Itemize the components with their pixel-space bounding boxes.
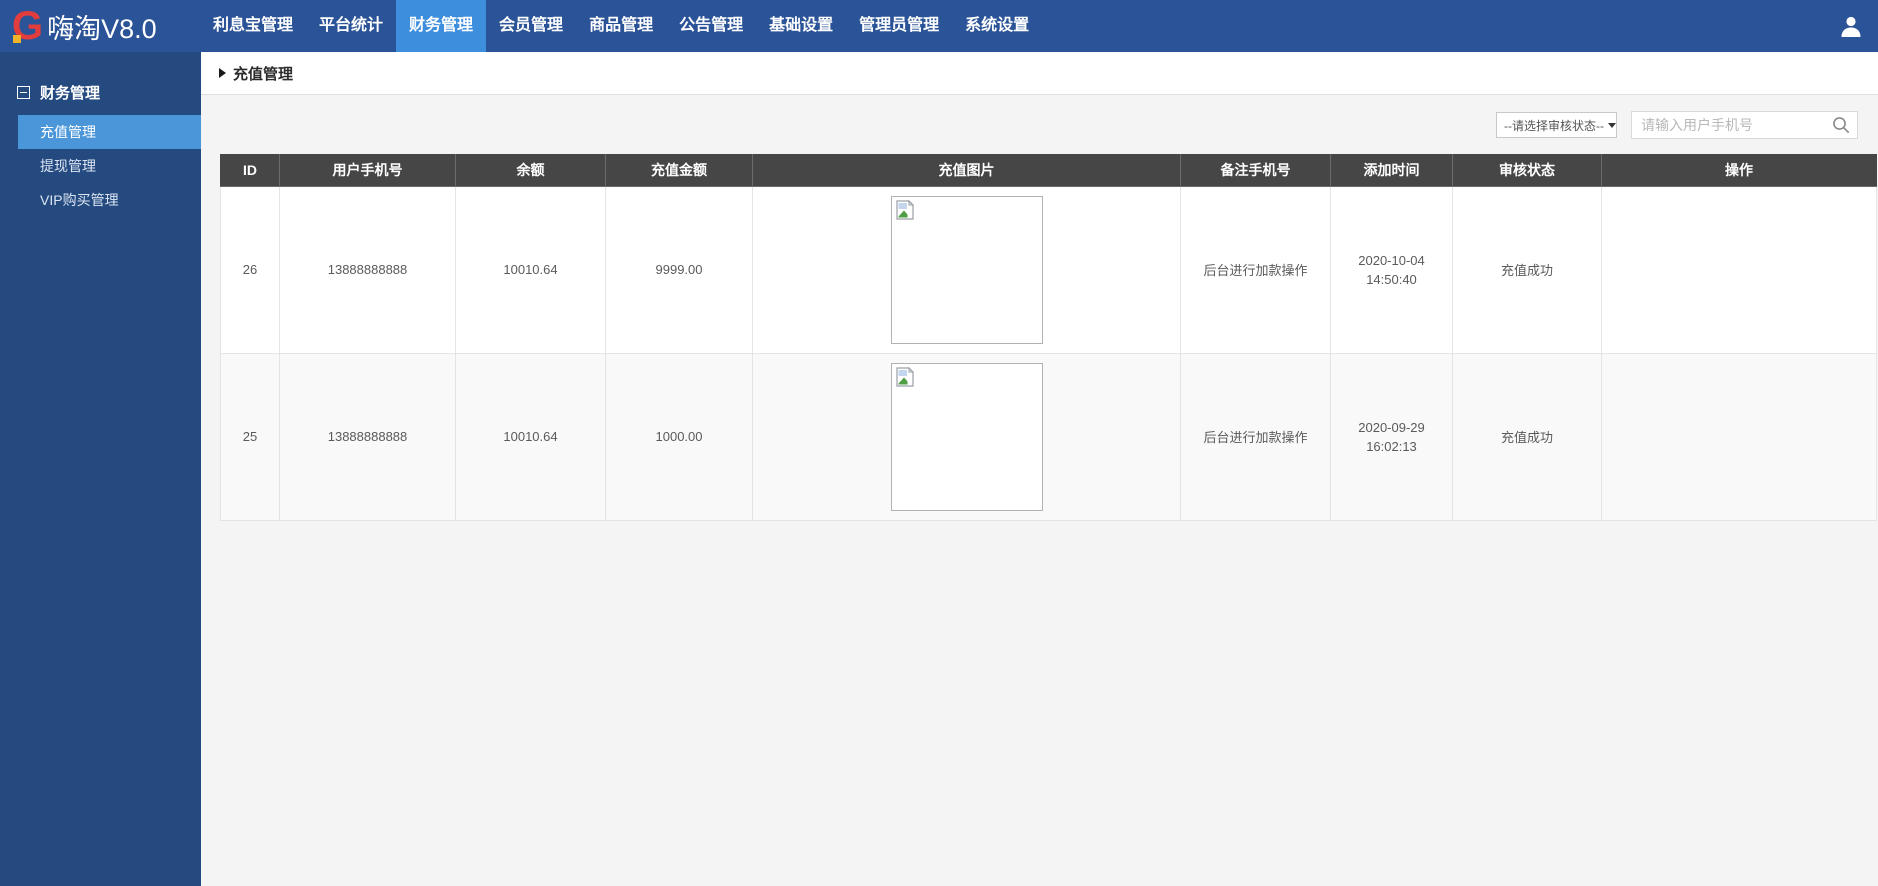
- dropdown-caret-icon: [1608, 122, 1616, 128]
- cell-amount: 1000.00: [605, 352, 753, 521]
- broken-image-icon: [895, 199, 914, 220]
- cell-add-time: 2020-09-29 16:02:13: [1330, 352, 1453, 521]
- minus-square-icon[interactable]: [17, 86, 30, 99]
- user-icon: [1841, 16, 1861, 37]
- col-header-id: ID: [220, 154, 280, 187]
- logo-g-icon: G: [12, 4, 43, 48]
- cell-actions: [1601, 185, 1877, 354]
- cell-date: 2020-09-29: [1358, 419, 1425, 435]
- content-panel: --请选择审核状态-- ID 用户手机号 余额: [201, 95, 1878, 886]
- cell-amount: 9999.00: [605, 185, 753, 354]
- app-title: 嗨淘V8.0: [47, 13, 157, 44]
- search-box: [1631, 111, 1858, 139]
- cell-id: 26: [220, 185, 280, 354]
- recharge-image-placeholder[interactable]: [890, 362, 1043, 511]
- cell-audit-status: 充值成功: [1452, 185, 1602, 354]
- nav-item-platform-stats[interactable]: 平台统计: [306, 0, 396, 52]
- nav-item-admins[interactable]: 管理员管理: [846, 0, 952, 52]
- user-menu[interactable]: [1838, 0, 1878, 52]
- sidebar-item-vip-purchase[interactable]: VIP购买管理: [0, 183, 201, 217]
- main-area: 充值管理 --请选择审核状态-- 请输入用户手机号 ID 用户手机号 余额 充值…: [201, 52, 1878, 886]
- col-header-phone: 用户手机号: [279, 154, 456, 187]
- cell-date: 2020-10-04: [1358, 252, 1425, 268]
- breadcrumb: 充值管理: [201, 52, 1878, 95]
- cell-balance: 10010.64: [455, 185, 606, 354]
- status-filter-value: --请选择审核状态--: [1504, 118, 1604, 133]
- nav-item-products[interactable]: 商品管理: [576, 0, 666, 52]
- top-navbar: G 嗨淘V8.0 利息宝管理 平台统计 财务管理 会员管理 商品管理 公告管理 …: [0, 0, 1878, 52]
- col-header-actions: 操作: [1601, 154, 1877, 187]
- cell-time: 16:02:13: [1366, 438, 1417, 454]
- sidebar-item-withdraw[interactable]: 提现管理: [0, 149, 201, 183]
- cell-image: [752, 352, 1181, 521]
- broken-image-icon: [895, 366, 914, 387]
- logo-accent-dot: [13, 35, 21, 43]
- nav-item-basic-settings[interactable]: 基础设置: [756, 0, 846, 52]
- cell-audit-status: 充值成功: [1452, 352, 1602, 521]
- nav-item-members[interactable]: 会员管理: [486, 0, 576, 52]
- table-row: 26 13888888888 10010.64 9999.00 后台进行加款操作…: [220, 185, 1877, 354]
- table-row: 25 13888888888 10010.64 1000.00 后台进行加款操作…: [220, 352, 1877, 521]
- nav-item-lixibao[interactable]: 利息宝管理: [200, 0, 306, 52]
- cell-note-phone: 后台进行加款操作: [1180, 185, 1331, 354]
- search-input[interactable]: [1631, 111, 1858, 139]
- cell-id: 25: [220, 352, 280, 521]
- page-title: 充值管理: [233, 65, 294, 83]
- triangle-right-icon: [219, 68, 226, 78]
- sidebar-section-label: 财务管理: [40, 85, 101, 102]
- status-filter-select[interactable]: --请选择审核状态--: [1496, 112, 1617, 138]
- cell-image: [752, 185, 1181, 354]
- filter-bar: --请选择审核状态--: [201, 95, 1878, 154]
- col-header-amount: 充值金额: [605, 154, 753, 187]
- cell-phone: 13888888888: [279, 352, 456, 521]
- col-header-audit-status: 审核状态: [1452, 154, 1602, 187]
- nav-item-system-settings[interactable]: 系统设置: [952, 0, 1042, 52]
- sidebar: 财务管理 充值管理 提现管理 VIP购买管理: [0, 52, 201, 886]
- cell-balance: 10010.64: [455, 352, 606, 521]
- col-header-balance: 余额: [455, 154, 606, 187]
- recharge-table: ID 用户手机号 余额 充值金额 充值图片 备注手机号 添加时间 审核状态 操作…: [220, 154, 1877, 521]
- cell-actions: [1601, 352, 1877, 521]
- top-nav-menu: 利息宝管理 平台统计 财务管理 会员管理 商品管理 公告管理 基础设置 管理员管…: [200, 0, 1838, 52]
- col-header-add-time: 添加时间: [1330, 154, 1453, 187]
- col-header-image: 充值图片: [752, 154, 1181, 187]
- cell-add-time: 2020-10-04 14:50:40: [1330, 185, 1453, 354]
- cell-note-phone: 后台进行加款操作: [1180, 352, 1331, 521]
- search-icon[interactable]: [1832, 116, 1850, 134]
- recharge-image-placeholder[interactable]: [890, 195, 1043, 344]
- cell-time: 14:50:40: [1366, 271, 1417, 287]
- sidebar-section-finance[interactable]: 财务管理: [0, 52, 201, 103]
- app-logo: G 嗨淘V8.0: [0, 0, 190, 52]
- nav-item-announcements[interactable]: 公告管理: [666, 0, 756, 52]
- cell-phone: 13888888888: [279, 185, 456, 354]
- table-header-row: ID 用户手机号 余额 充值金额 充值图片 备注手机号 添加时间 审核状态 操作: [220, 154, 1877, 187]
- col-header-note-phone: 备注手机号: [1180, 154, 1331, 187]
- sidebar-item-recharge[interactable]: 充值管理: [18, 115, 201, 149]
- nav-item-finance[interactable]: 财务管理: [396, 0, 487, 52]
